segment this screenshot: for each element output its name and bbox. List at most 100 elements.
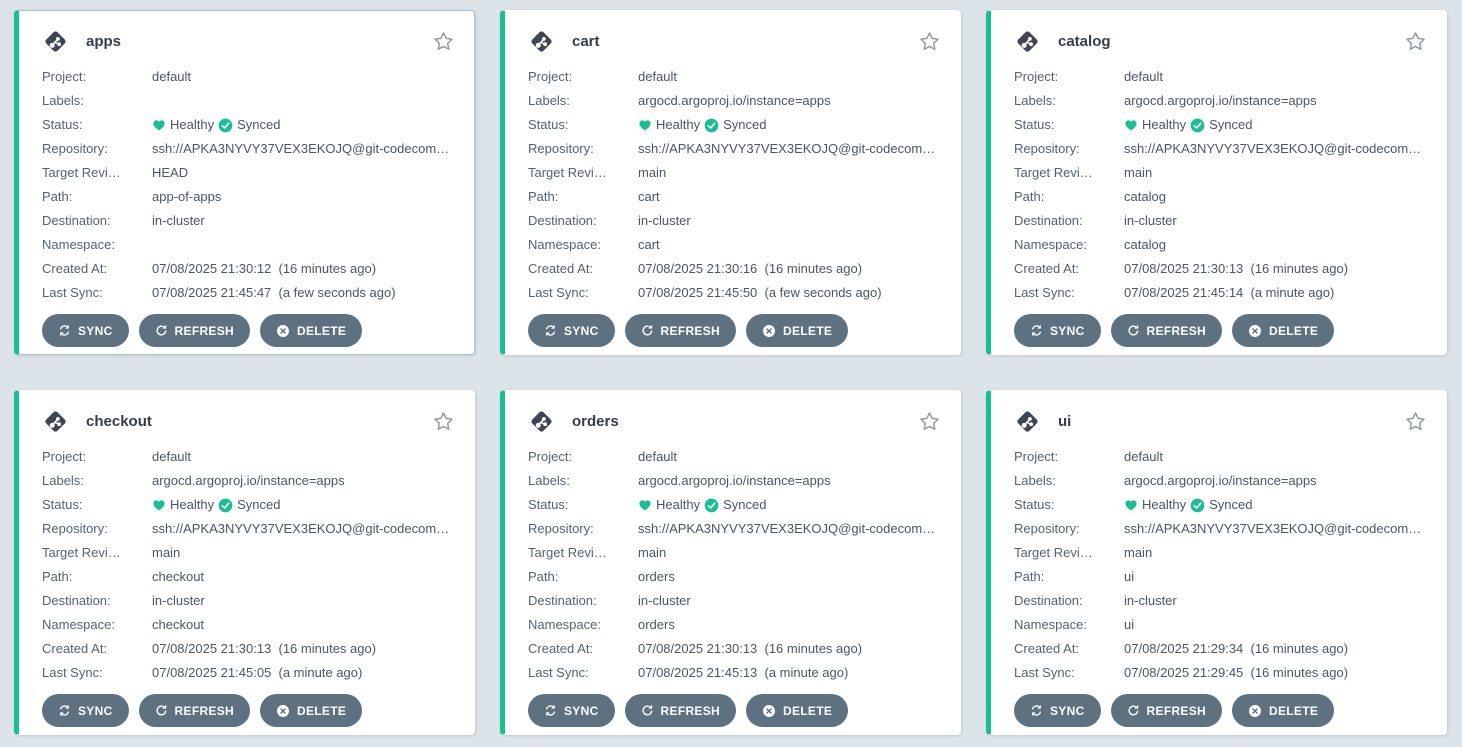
delete-button[interactable]: DELETE <box>1232 694 1334 727</box>
field-row-target-revision: Target Revi… HEAD <box>42 161 454 185</box>
refresh-button[interactable]: REFRESH <box>139 314 250 347</box>
namespace-value: checkout <box>152 613 454 637</box>
repository-value: ssh://APKA3NYVY37VEX3EKOJQ@git-codecom… <box>1124 137 1426 161</box>
field-row-repository: Repository: ssh://APKA3NYVY37VEX3EKOJQ@g… <box>1014 517 1426 541</box>
refresh-button[interactable]: REFRESH <box>1111 314 1222 347</box>
delete-button-label: DELETE <box>1269 704 1318 718</box>
star-outline-icon <box>1405 31 1426 52</box>
namespace-value: orders <box>638 613 940 637</box>
delete-button[interactable]: DELETE <box>260 694 362 727</box>
git-icon <box>528 28 555 55</box>
field-label: Namespace: <box>42 613 152 637</box>
field-label: Path: <box>42 185 152 209</box>
target-revision-value: main <box>152 541 454 565</box>
sync-button[interactable]: SYNC <box>528 314 615 347</box>
sync-button[interactable]: SYNC <box>42 314 129 347</box>
application-name: checkout <box>86 413 152 430</box>
favorite-star-button[interactable] <box>919 411 940 432</box>
delete-button[interactable]: DELETE <box>746 314 848 347</box>
sync-button[interactable]: SYNC <box>42 694 129 727</box>
labels-value: argocd.argoproj.io/instance=apps <box>1124 89 1426 113</box>
labels-value <box>152 89 454 113</box>
created-at-value: 07/08/2025 21:30:13 (16 minutes ago) <box>1124 257 1426 281</box>
status-value: Healthy Synced <box>638 113 940 137</box>
status-value: Healthy Synced <box>1124 113 1426 137</box>
delete-button[interactable]: DELETE <box>746 694 848 727</box>
repository-value: ssh://APKA3NYVY37VEX3EKOJQ@git-codecom… <box>1124 517 1426 541</box>
field-label: Target Revi… <box>528 541 638 565</box>
labels-value: argocd.argoproj.io/instance=apps <box>638 469 940 493</box>
field-row-status: Status: Healthy Synced <box>1014 493 1426 517</box>
destination-value: in-cluster <box>1124 209 1426 233</box>
refresh-button[interactable]: REFRESH <box>625 694 736 727</box>
field-row-labels: Labels: <box>42 89 454 113</box>
field-label: Path: <box>1014 565 1124 589</box>
field-label: Target Revi… <box>42 541 152 565</box>
field-label: Labels: <box>528 469 638 493</box>
sync-button-label: SYNC <box>1050 704 1085 718</box>
field-row-path: Path: ui <box>1014 565 1426 589</box>
last-sync-value: 07/08/2025 21:45:13 (a minute ago) <box>638 661 940 685</box>
sync-arrows-icon <box>58 704 71 717</box>
times-circle-icon <box>1248 704 1262 718</box>
application-tile[interactable]: catalog Project: default Labels: argocd.… <box>986 10 1447 355</box>
field-row-status: Status: Healthy Synced <box>42 493 454 517</box>
favorite-star-button[interactable] <box>1405 31 1426 52</box>
field-label: Labels: <box>528 89 638 113</box>
check-circle-icon <box>218 498 233 513</box>
heart-icon <box>1124 498 1138 512</box>
field-label: Destination: <box>42 589 152 613</box>
tile-header: apps <box>42 28 454 55</box>
field-row-destination: Destination: in-cluster <box>1014 589 1426 613</box>
check-circle-icon <box>704 118 719 133</box>
refresh-button[interactable]: REFRESH <box>625 314 736 347</box>
favorite-star-button[interactable] <box>919 31 940 52</box>
field-row-namespace: Namespace: ui <box>1014 613 1426 637</box>
delete-button[interactable]: DELETE <box>1232 314 1334 347</box>
git-icon <box>1014 408 1041 435</box>
field-label: Status: <box>1014 113 1124 137</box>
field-label: Repository: <box>1014 517 1124 541</box>
field-label: Created At: <box>528 257 638 281</box>
application-tile[interactable]: apps Project: default Labels: Status: He… <box>14 10 475 355</box>
project-value: default <box>638 65 940 89</box>
refresh-button[interactable]: REFRESH <box>1111 694 1222 727</box>
destination-value: in-cluster <box>638 209 940 233</box>
field-label: Created At: <box>1014 637 1124 661</box>
favorite-star-button[interactable] <box>433 411 454 432</box>
delete-button[interactable]: DELETE <box>260 314 362 347</box>
application-tile[interactable]: checkout Project: default Labels: argocd… <box>14 390 475 735</box>
tile-header: cart <box>528 28 940 55</box>
field-label: Repository: <box>1014 137 1124 161</box>
field-label: Namespace: <box>528 613 638 637</box>
application-tile[interactable]: orders Project: default Labels: argocd.a… <box>500 390 961 735</box>
project-value: default <box>152 445 454 469</box>
refresh-button-label: REFRESH <box>1147 704 1206 718</box>
refresh-button[interactable]: REFRESH <box>139 694 250 727</box>
sync-button[interactable]: SYNC <box>1014 694 1101 727</box>
application-tile[interactable]: cart Project: default Labels: argocd.arg… <box>500 10 961 355</box>
favorite-star-button[interactable] <box>433 31 454 52</box>
heart-icon <box>1124 118 1138 132</box>
target-revision-value: HEAD <box>152 161 454 185</box>
application-tile[interactable]: ui Project: default Labels: argocd.argop… <box>986 390 1447 735</box>
health-status-label: Healthy <box>656 493 700 517</box>
sync-button[interactable]: SYNC <box>1014 314 1101 347</box>
application-name: catalog <box>1058 33 1111 50</box>
field-row-destination: Destination: in-cluster <box>528 589 940 613</box>
field-row-path: Path: orders <box>528 565 940 589</box>
sync-status-label: Synced <box>237 113 280 137</box>
star-outline-icon <box>1405 411 1426 432</box>
field-label: Last Sync: <box>42 281 152 305</box>
sync-button[interactable]: SYNC <box>528 694 615 727</box>
field-row-last-sync: Last Sync: 07/08/2025 21:45:05 (a minute… <box>42 661 454 685</box>
favorite-star-button[interactable] <box>1405 411 1426 432</box>
health-status-label: Healthy <box>656 113 700 137</box>
redo-arrow-icon <box>155 324 168 337</box>
labels-value: argocd.argoproj.io/instance=apps <box>1124 469 1426 493</box>
heart-icon <box>152 118 166 132</box>
field-row-project: Project: default <box>528 445 940 469</box>
times-circle-icon <box>276 324 290 338</box>
labels-value: argocd.argoproj.io/instance=apps <box>152 469 454 493</box>
field-label: Status: <box>1014 493 1124 517</box>
